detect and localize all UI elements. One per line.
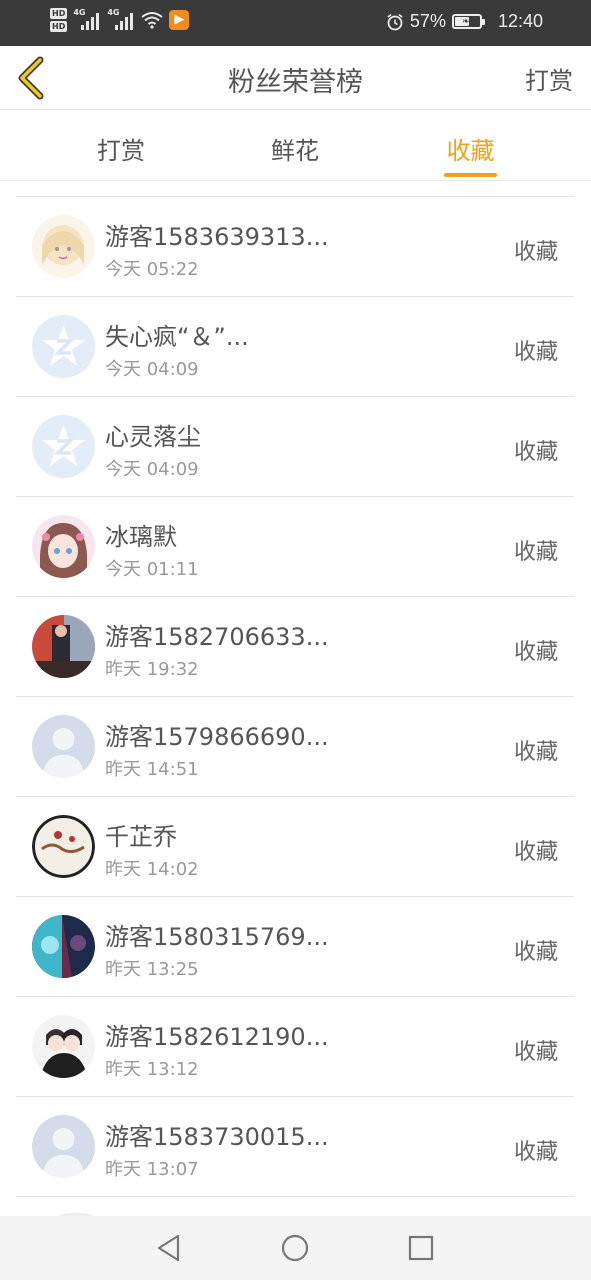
hd-1-label: HD [50, 8, 68, 19]
fan-name: 游客1579866690... [105, 723, 329, 751]
fan-time: 今天 05:22 [105, 259, 199, 280]
status-left: HD HD 4G 4G ▶ [50, 8, 190, 32]
fan-name: 千芷乔 [105, 823, 177, 851]
list-item[interactable]: 千芷乔 昨天 14:02 收藏 [16, 797, 574, 897]
signal-1-label: 4G [73, 8, 86, 17]
qq-default-avatar[interactable] [32, 315, 95, 378]
fan-action-label: 收藏 [513, 740, 558, 765]
couple-avatar[interactable] [32, 1015, 95, 1078]
square-recents-icon[interactable] [405, 1232, 437, 1264]
signal-2-label: 4G [107, 8, 120, 17]
hd-indicators: HD HD [50, 8, 68, 32]
fan-name: 游客1582612190... [105, 1023, 329, 1051]
fan-time: 今天 04:09 [105, 359, 199, 380]
fan-time: 昨天 13:12 [105, 1059, 199, 1080]
list-item[interactable]: 游客1582706633... 昨天 19:32 收藏 [16, 597, 574, 697]
fan-time: 昨天 13:25 [105, 959, 199, 980]
list-item[interactable]: 冰璃默 今天 01:11 收藏 [16, 497, 574, 597]
fan-name: 游客1583730015... [105, 1123, 329, 1151]
fan-action-label: 收藏 [513, 640, 558, 665]
default-person-avatar[interactable] [32, 715, 95, 778]
fan-name: 失心疯“＆”... [105, 323, 249, 351]
fan-list[interactable]: 游客1583639313... 今天 05:22 收藏 失心疯“＆”... 今天… [16, 196, 574, 1197]
battery-percent: 57% [409, 11, 446, 31]
fan-time: 昨天 14:02 [105, 859, 199, 880]
fan-action-label: 收藏 [513, 1140, 558, 1165]
fan-time: 昨天 13:07 [105, 1159, 199, 1180]
fan-action-label: 收藏 [513, 1040, 558, 1065]
fan-time: 今天 04:09 [105, 459, 199, 480]
signal-2-icon: 4G [107, 8, 135, 32]
list-item[interactable]: 游客1579866690... 昨天 14:51 收藏 [16, 697, 574, 797]
hd-2-label: HD [50, 21, 68, 32]
fan-time: 昨天 14:51 [105, 759, 199, 780]
photo-avatar[interactable] [32, 615, 95, 678]
triangle-back-icon[interactable] [153, 1232, 185, 1264]
fan-name: 游客1583639313... [105, 223, 329, 251]
blue-art-avatar[interactable] [32, 915, 95, 978]
anime-girl-light-avatar[interactable] [32, 215, 95, 278]
tab-bar: 打赏 鲜花 收藏 [0, 111, 591, 181]
signal-1-icon: 4G [73, 8, 101, 32]
circle-home-icon[interactable] [279, 1232, 311, 1264]
tab-favorites-label: 收藏 [446, 137, 495, 165]
art-avatar[interactable] [32, 815, 95, 878]
app-header: 粉丝荣誉榜 打赏 [0, 46, 591, 110]
reward-button[interactable]: 打赏 [525, 61, 573, 96]
alarm-icon [387, 13, 403, 30]
tab-flowers[interactable]: 鲜花 [269, 131, 321, 181]
fan-time: 今天 01:11 [105, 559, 199, 580]
tab-flowers-label: 鲜花 [271, 137, 319, 165]
video-app-icon: ▶ [169, 10, 190, 30]
tab-reward[interactable]: 打赏 [95, 131, 147, 181]
qq-default-avatar[interactable] [32, 415, 95, 478]
list-item[interactable]: 失心疯“＆”... 今天 04:09 收藏 [16, 297, 574, 397]
list-item[interactable]: 游客1583730015... 昨天 13:07 收藏 [16, 1097, 574, 1197]
fan-action-label: 收藏 [513, 840, 558, 865]
default-person-avatar[interactable] [32, 1115, 95, 1178]
fan-time: 昨天 19:32 [105, 659, 199, 680]
page-title: 粉丝荣誉榜 [228, 67, 363, 98]
clock: 12:40 [497, 11, 543, 31]
fan-action-label: 收藏 [513, 340, 558, 365]
tab-reward-label: 打赏 [97, 137, 145, 165]
list-item[interactable]: 游客1580315769... 昨天 13:25 收藏 [16, 897, 574, 997]
battery-icon: ❧ [451, 14, 485, 29]
fan-name: 游客1582706633... [105, 623, 329, 651]
fan-action-label: 收藏 [513, 940, 558, 965]
leaf-icon: ❧ [461, 16, 470, 26]
fan-action-label: 收藏 [513, 240, 558, 265]
fan-name: 冰璃默 [105, 523, 177, 551]
list-item[interactable]: 游客1583639313... 今天 05:22 收藏 [16, 197, 574, 297]
wifi-icon [141, 12, 163, 29]
system-nav-bar [0, 1216, 591, 1280]
list-item[interactable]: 游客1582612190... 昨天 13:12 收藏 [16, 997, 574, 1097]
status-bar: HD HD 4G 4G ▶ 57% ❧ 12:40 [0, 0, 591, 46]
status-right: 57% ❧ 12:40 [386, 11, 543, 32]
anime-girl-pink-avatar[interactable] [32, 515, 95, 578]
fan-name: 游客1580315769... [105, 923, 329, 951]
fan-action-label: 收藏 [513, 540, 558, 565]
list-item[interactable]: 心灵落尘 今天 04:09 收藏 [16, 397, 574, 497]
fan-name: 心灵落尘 [105, 423, 201, 451]
tab-favorites[interactable]: 收藏 [444, 131, 497, 181]
fan-action-label: 收藏 [513, 440, 558, 465]
active-tab-indicator [444, 173, 497, 177]
